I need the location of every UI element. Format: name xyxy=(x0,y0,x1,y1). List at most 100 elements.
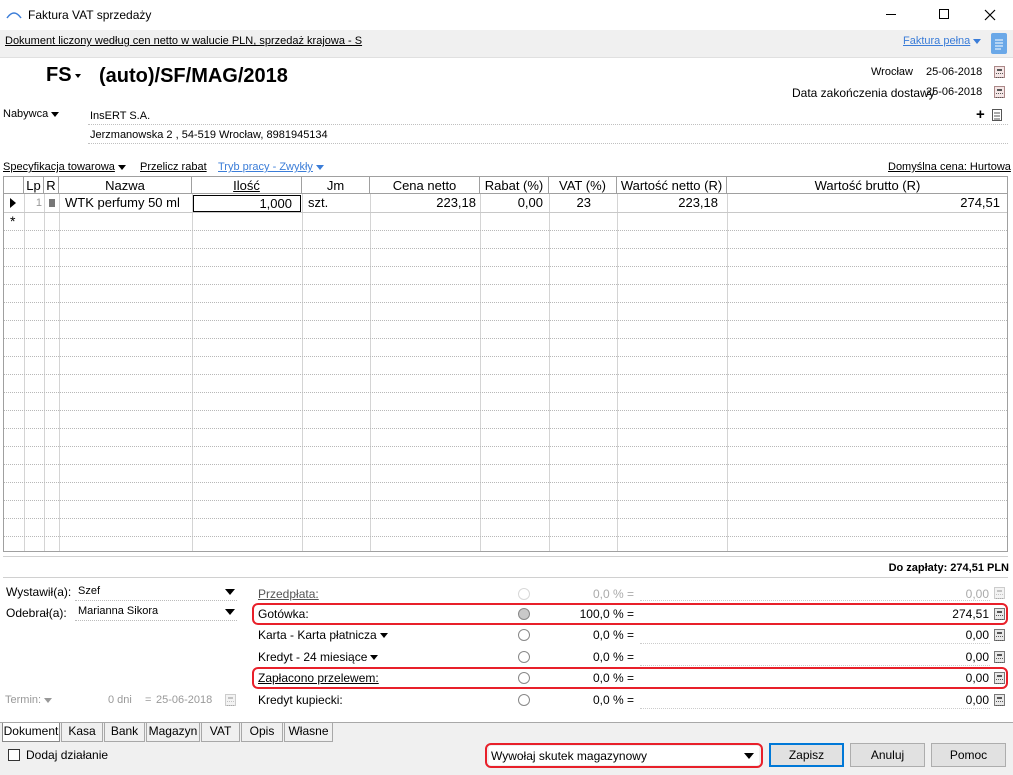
chevron-down-icon xyxy=(44,697,53,703)
payment-merchant-credit-radio[interactable] xyxy=(518,694,530,706)
received-by-select[interactable]: Marianna Sikora xyxy=(75,603,237,621)
calculator-icon[interactable] xyxy=(994,694,1005,706)
term-date[interactable]: 25-06-2018 xyxy=(156,694,212,706)
delivery-date[interactable]: 25-06-2018 xyxy=(926,86,982,98)
payment-merchant-credit-pct[interactable]: 0,0 % = xyxy=(540,693,634,707)
title-bar: Faktura VAT sprzedaży xyxy=(0,0,1013,30)
payment-credit-dropdown[interactable]: Kredyt - 24 miesiące xyxy=(258,650,379,664)
recalc-discount-link[interactable]: Przelicz rabat xyxy=(140,161,207,173)
tab-description[interactable]: Opis xyxy=(241,723,283,742)
buyer-dropdown[interactable]: Nabywca xyxy=(3,108,60,120)
table-row[interactable]: 1 WTK perfumy 50 ml 1,000 szt. 223,18 0,… xyxy=(4,194,1007,212)
payment-transfer-pct[interactable]: 0,0 % = xyxy=(540,671,634,685)
payment-transfer-radio[interactable] xyxy=(518,672,530,684)
term-dropdown[interactable]: Termin: xyxy=(5,694,53,706)
grid-header-price[interactable]: Cena netto xyxy=(370,177,480,194)
default-price-link[interactable]: Domyślna cena: Hurtowa xyxy=(888,161,1011,173)
payment-credit-pct[interactable]: 0,0 % = xyxy=(540,650,634,664)
doc-description-link[interactable]: Dokument liczony według cen netto w walu… xyxy=(5,35,362,47)
issued-by-select[interactable]: Szef xyxy=(75,583,237,601)
cell-net[interactable]: 223,18 xyxy=(617,194,718,212)
payment-cash-amount[interactable]: 274,51 xyxy=(952,607,989,621)
help-button[interactable]: Pomoc xyxy=(931,743,1006,767)
payment-prepayment-amount: 0,00 xyxy=(965,587,989,601)
document-icon[interactable] xyxy=(991,33,1007,54)
calendar-icon[interactable] xyxy=(994,86,1005,98)
cell-discount[interactable]: 0,00 xyxy=(480,194,543,212)
summary-separator-bottom xyxy=(3,577,1008,578)
cell-name[interactable]: WTK perfumy 50 ml xyxy=(65,194,180,212)
cancel-button[interactable]: Anuluj xyxy=(850,743,925,767)
grid-header-gross[interactable]: Wartość brutto (R) xyxy=(727,177,1007,194)
grid-header-name[interactable]: Nazwa xyxy=(59,177,192,194)
calendar-icon[interactable] xyxy=(994,66,1005,78)
stock-effect-select[interactable]: Wywołaj skutek magazynowy xyxy=(489,746,759,765)
calendar-icon[interactable] xyxy=(225,694,236,706)
payment-cash-pct[interactable]: 100,0 % = xyxy=(540,607,634,621)
info-bar: Dokument liczony według cen netto w walu… xyxy=(0,30,1013,58)
payment-credit-radio[interactable] xyxy=(518,651,530,663)
payment-credit-amount[interactable]: 0,00 xyxy=(966,650,989,664)
tab-vat[interactable]: VAT xyxy=(201,723,240,742)
row-divider xyxy=(4,482,1007,483)
grid-header-qty[interactable]: Ilość xyxy=(192,177,302,194)
close-icon[interactable] xyxy=(984,4,996,26)
buyer-details-icon[interactable] xyxy=(992,109,1002,121)
payment-underline xyxy=(640,665,990,666)
grid-header-vat[interactable]: VAT (%) xyxy=(549,177,617,194)
add-buyer-icon[interactable]: + xyxy=(976,106,985,123)
issue-date[interactable]: 25-06-2018 xyxy=(926,66,982,78)
add-action-checkbox[interactable] xyxy=(8,749,20,761)
app-icon xyxy=(6,8,22,22)
doc-prefix-dropdown[interactable]: FS xyxy=(46,64,81,87)
work-mode-dropdown[interactable]: Tryb pracy - Zwykły xyxy=(218,161,324,173)
grid-header-unit[interactable]: Jm xyxy=(302,177,370,194)
save-button[interactable]: Zapisz xyxy=(769,743,844,767)
tab-document[interactable]: Dokument xyxy=(2,723,60,742)
term-days[interactable]: 0 dni xyxy=(108,694,132,706)
grid-header-net[interactable]: Wartość netto (R) xyxy=(617,177,727,194)
tab-cash[interactable]: Kasa xyxy=(61,723,103,742)
term-label: Termin: xyxy=(5,694,42,706)
doc-prefix: FS xyxy=(46,64,72,86)
calculator-icon[interactable] xyxy=(994,672,1005,684)
tab-warehouse[interactable]: Magazyn xyxy=(146,723,200,742)
received-by-value: Marianna Sikora xyxy=(78,605,159,617)
add-action-label[interactable]: Dodaj działanie xyxy=(26,748,108,762)
cell-qty[interactable]: 1,000 xyxy=(193,195,301,212)
place-city[interactable]: Wrocław xyxy=(871,66,913,78)
row-divider xyxy=(4,500,1007,501)
cell-vat[interactable]: 23 xyxy=(549,194,591,212)
payment-transfer-amount[interactable]: 0,00 xyxy=(966,671,989,685)
row-divider xyxy=(4,320,1007,321)
grid-header-lp[interactable]: Lp xyxy=(24,177,44,194)
payment-merchant-credit-amount[interactable]: 0,00 xyxy=(966,693,989,707)
maximize-icon[interactable] xyxy=(939,9,949,19)
current-row-arrow-icon xyxy=(10,198,16,208)
calculator-icon[interactable] xyxy=(994,651,1005,663)
payment-card-pct[interactable]: 0,0 % = xyxy=(540,628,634,642)
grid-header-discount[interactable]: Rabat (%) xyxy=(480,177,549,194)
row-marker-icon xyxy=(49,199,55,207)
grid-header-r[interactable]: R xyxy=(44,177,59,194)
cell-gross[interactable]: 274,51 xyxy=(727,194,1000,212)
payment-cash-radio[interactable] xyxy=(518,608,530,620)
tab-custom[interactable]: Własne xyxy=(284,723,333,742)
items-grid[interactable]: Lp R Nazwa Ilość Jm Cena netto Rabat (%)… xyxy=(3,176,1008,552)
new-row-marker[interactable]: * xyxy=(10,213,15,229)
buyer-label: Nabywca xyxy=(3,108,49,120)
payment-card-radio[interactable] xyxy=(518,629,530,641)
row-divider xyxy=(4,338,1007,339)
calculator-icon[interactable] xyxy=(994,629,1005,641)
payment-card-amount[interactable]: 0,00 xyxy=(966,628,989,642)
row-divider xyxy=(4,230,1007,231)
cell-price[interactable]: 223,18 xyxy=(370,194,476,212)
cell-unit[interactable]: szt. xyxy=(308,194,328,212)
invoice-type-link[interactable]: Faktura pełna xyxy=(903,35,982,47)
spec-dropdown[interactable]: Specyfikacja towarowa xyxy=(3,161,126,173)
tab-bank[interactable]: Bank xyxy=(104,723,145,742)
payment-card-dropdown[interactable]: Karta - Karta płatnicza xyxy=(258,628,388,642)
received-by-label: Odebrał(a): xyxy=(6,606,67,620)
minimize-icon[interactable] xyxy=(886,14,896,15)
calculator-icon[interactable] xyxy=(994,608,1005,620)
